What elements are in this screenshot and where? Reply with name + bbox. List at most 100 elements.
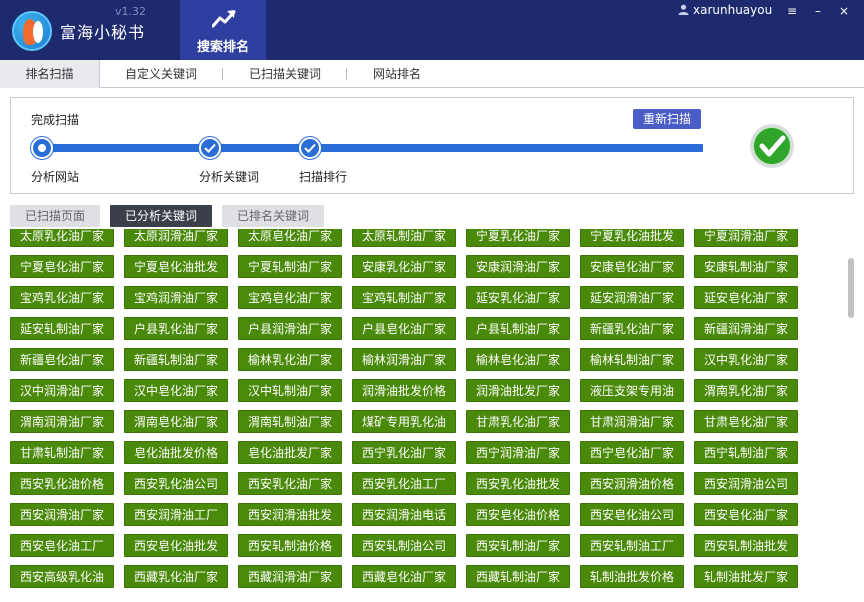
tab-rank-scan[interactable]: 排名扫描: [0, 60, 100, 88]
keyword-chip[interactable]: 西安轧制油工厂: [580, 534, 684, 557]
rescan-button[interactable]: 重新扫描: [633, 109, 701, 129]
keyword-chip[interactable]: 户县乳化油厂家: [124, 317, 228, 340]
keyword-chip[interactable]: 西安润滑油公司: [694, 472, 798, 495]
keyword-chip[interactable]: 西安皂化油厂家: [694, 503, 798, 526]
keyword-chip[interactable]: 甘肃皂化油厂家: [694, 410, 798, 433]
keyword-chip[interactable]: 甘肃乳化油厂家: [466, 410, 570, 433]
keyword-chip[interactable]: 西安轧制油价格: [238, 534, 342, 557]
keyword-chip[interactable]: 宁夏乳化油批发: [580, 229, 684, 247]
keyword-chip[interactable]: 宝鸡润滑油厂家: [124, 286, 228, 309]
keyword-chip[interactable]: 延安轧制油厂家: [10, 317, 114, 340]
keyword-chip[interactable]: 甘肃润滑油厂家: [580, 410, 684, 433]
keyword-chip[interactable]: 户县轧制油厂家: [466, 317, 570, 340]
keyword-chip[interactable]: 安康润滑油厂家: [466, 255, 570, 278]
keyword-chip[interactable]: 西藏轧制油厂家: [466, 565, 570, 588]
keyword-chip[interactable]: 西安乳化油价格: [10, 472, 114, 495]
tab-site-ranking[interactable]: 网站排名: [358, 60, 436, 88]
keyword-chip[interactable]: 西安乳化油工厂: [352, 472, 456, 495]
keyword-chip[interactable]: 西宁轧制油厂家: [694, 441, 798, 464]
keyword-chip[interactable]: 渭南乳化油厂家: [694, 379, 798, 402]
keyword-chip[interactable]: 延安皂化油厂家: [694, 286, 798, 309]
user-account[interactable]: xarunhuayou: [678, 3, 772, 17]
keyword-chip[interactable]: 户县润滑油厂家: [238, 317, 342, 340]
keyword-chip[interactable]: 西安皂化油批发: [124, 534, 228, 557]
keyword-chip[interactable]: 西安润滑油价格: [580, 472, 684, 495]
keyword-chip[interactable]: 宁夏乳化油厂家: [466, 229, 570, 247]
keyword-chip[interactable]: 渭南皂化油厂家: [124, 410, 228, 433]
keyword-chip[interactable]: 榆林皂化油厂家: [466, 348, 570, 371]
keyword-chip[interactable]: 轧制油批发价格: [580, 565, 684, 588]
keyword-chip[interactable]: 汉中乳化油厂家: [694, 348, 798, 371]
tab-analyzed-keywords[interactable]: 已分析关键词: [110, 205, 212, 227]
tab-custom-keywords[interactable]: 自定义关键词: [110, 60, 212, 88]
keyword-chip[interactable]: 汉中皂化油厂家: [124, 379, 228, 402]
keyword-chip[interactable]: 西宁润滑油厂家: [466, 441, 570, 464]
keyword-chip[interactable]: 安康乳化油厂家: [352, 255, 456, 278]
keyword-chip[interactable]: 安康轧制油厂家: [694, 255, 798, 278]
keyword-chip[interactable]: 太原润滑油厂家: [124, 229, 228, 247]
keyword-chip[interactable]: 皂化油批发厂家: [238, 441, 342, 464]
keyword-chip[interactable]: 西藏乳化油厂家: [124, 565, 228, 588]
keyword-chip[interactable]: 甘肃轧制油厂家: [10, 441, 114, 464]
keyword-chip[interactable]: 延安乳化油厂家: [466, 286, 570, 309]
keyword-chip[interactable]: 宁夏皂化油厂家: [10, 255, 114, 278]
keyword-chip[interactable]: 润滑油批发厂家: [466, 379, 570, 402]
keyword-chip[interactable]: 西安轧制油厂家: [466, 534, 570, 557]
keyword-chip[interactable]: 西安润滑油厂家: [10, 503, 114, 526]
keyword-chip[interactable]: 西安润滑油工厂: [124, 503, 228, 526]
keyword-chip[interactable]: 宁夏皂化油批发: [124, 255, 228, 278]
keyword-chip[interactable]: 太原乳化油厂家: [10, 229, 114, 247]
tab-scanned-pages[interactable]: 已扫描页面: [10, 205, 100, 227]
keyword-chip[interactable]: 新疆皂化油厂家: [10, 348, 114, 371]
keyword-chip[interactable]: 润滑油批发价格: [352, 379, 456, 402]
keyword-chip[interactable]: 西藏润滑油厂家: [238, 565, 342, 588]
keyword-chip[interactable]: 宁夏轧制油厂家: [238, 255, 342, 278]
keyword-chip[interactable]: 新疆乳化油厂家: [580, 317, 684, 340]
keyword-chip[interactable]: 榆林轧制油厂家: [580, 348, 684, 371]
keyword-chip[interactable]: 西安乳化油批发: [466, 472, 570, 495]
keyword-chip[interactable]: 新疆轧制油厂家: [124, 348, 228, 371]
keyword-chip[interactable]: 榆林乳化油厂家: [238, 348, 342, 371]
minimize-button[interactable]: –: [808, 2, 828, 20]
keyword-chip[interactable]: 轧制油批发厂家: [694, 565, 798, 588]
nav-tab-search-ranking[interactable]: 搜索排名: [180, 0, 266, 60]
keyword-chip[interactable]: 西安皂化油价格: [466, 503, 570, 526]
keyword-chip[interactable]: 宝鸡轧制油厂家: [352, 286, 456, 309]
keyword-chip[interactable]: 新疆润滑油厂家: [694, 317, 798, 340]
keyword-chip[interactable]: 太原皂化油厂家: [238, 229, 342, 247]
keyword-chip[interactable]: 西安润滑油批发: [238, 503, 342, 526]
keyword-chip[interactable]: 西安高级乳化油: [10, 565, 114, 588]
keyword-chip[interactable]: 延安润滑油厂家: [580, 286, 684, 309]
keyword-chip[interactable]: 户县皂化油厂家: [352, 317, 456, 340]
keyword-chip[interactable]: 西安轧制油公司: [352, 534, 456, 557]
keyword-chip[interactable]: 液压支架专用油: [580, 379, 684, 402]
tab-ranked-keywords[interactable]: 已排名关键词: [222, 205, 324, 227]
keyword-chip[interactable]: 太原轧制油厂家: [352, 229, 456, 247]
keyword-chip[interactable]: 皂化油批发价格: [124, 441, 228, 464]
keyword-chip[interactable]: 西安乳化油厂家: [238, 472, 342, 495]
tab-scanned-keywords[interactable]: 已扫描关键词: [234, 60, 336, 88]
keyword-chip[interactable]: 宁夏润滑油厂家: [694, 229, 798, 247]
scrollbar-thumb[interactable]: [848, 258, 854, 318]
keyword-chip[interactable]: 西宁乳化油厂家: [352, 441, 456, 464]
keyword-chip[interactable]: 西安皂化油公司: [580, 503, 684, 526]
keyword-chip[interactable]: 宝鸡皂化油厂家: [238, 286, 342, 309]
keyword-chip[interactable]: 渭南润滑油厂家: [10, 410, 114, 433]
keyword-chip[interactable]: 西安乳化油公司: [124, 472, 228, 495]
keyword-list: 太原乳化油厂家 太原润滑油厂家 太原皂化油厂家 太原轧制油厂家 宁夏乳化油厂家 宁夏乳化油…: [0, 229, 840, 602]
keyword-chip[interactable]: 安康皂化油厂家: [580, 255, 684, 278]
keyword-chip[interactable]: 煤矿专用乳化油: [352, 410, 456, 433]
keyword-chip[interactable]: 西藏皂化油厂家: [352, 565, 456, 588]
keyword-chip[interactable]: 西宁皂化油厂家: [580, 441, 684, 464]
keyword-chip[interactable]: 西安润滑油电话: [352, 503, 456, 526]
keyword-chip[interactable]: 西安皂化油工厂: [10, 534, 114, 557]
keyword-chip[interactable]: 宝鸡乳化油厂家: [10, 286, 114, 309]
keyword-chip[interactable]: 汉中轧制油厂家: [238, 379, 342, 402]
keyword-chip[interactable]: 渭南轧制油厂家: [238, 410, 342, 433]
keyword-chip[interactable]: 榆林润滑油厂家: [352, 348, 456, 371]
keyword-chip[interactable]: 西安轧制油批发: [694, 534, 798, 557]
keyword-scrollbar[interactable]: [845, 229, 859, 602]
keyword-chip[interactable]: 汉中润滑油厂家: [10, 379, 114, 402]
menu-icon[interactable]: ≡: [782, 2, 802, 20]
close-button[interactable]: ×: [834, 2, 854, 20]
